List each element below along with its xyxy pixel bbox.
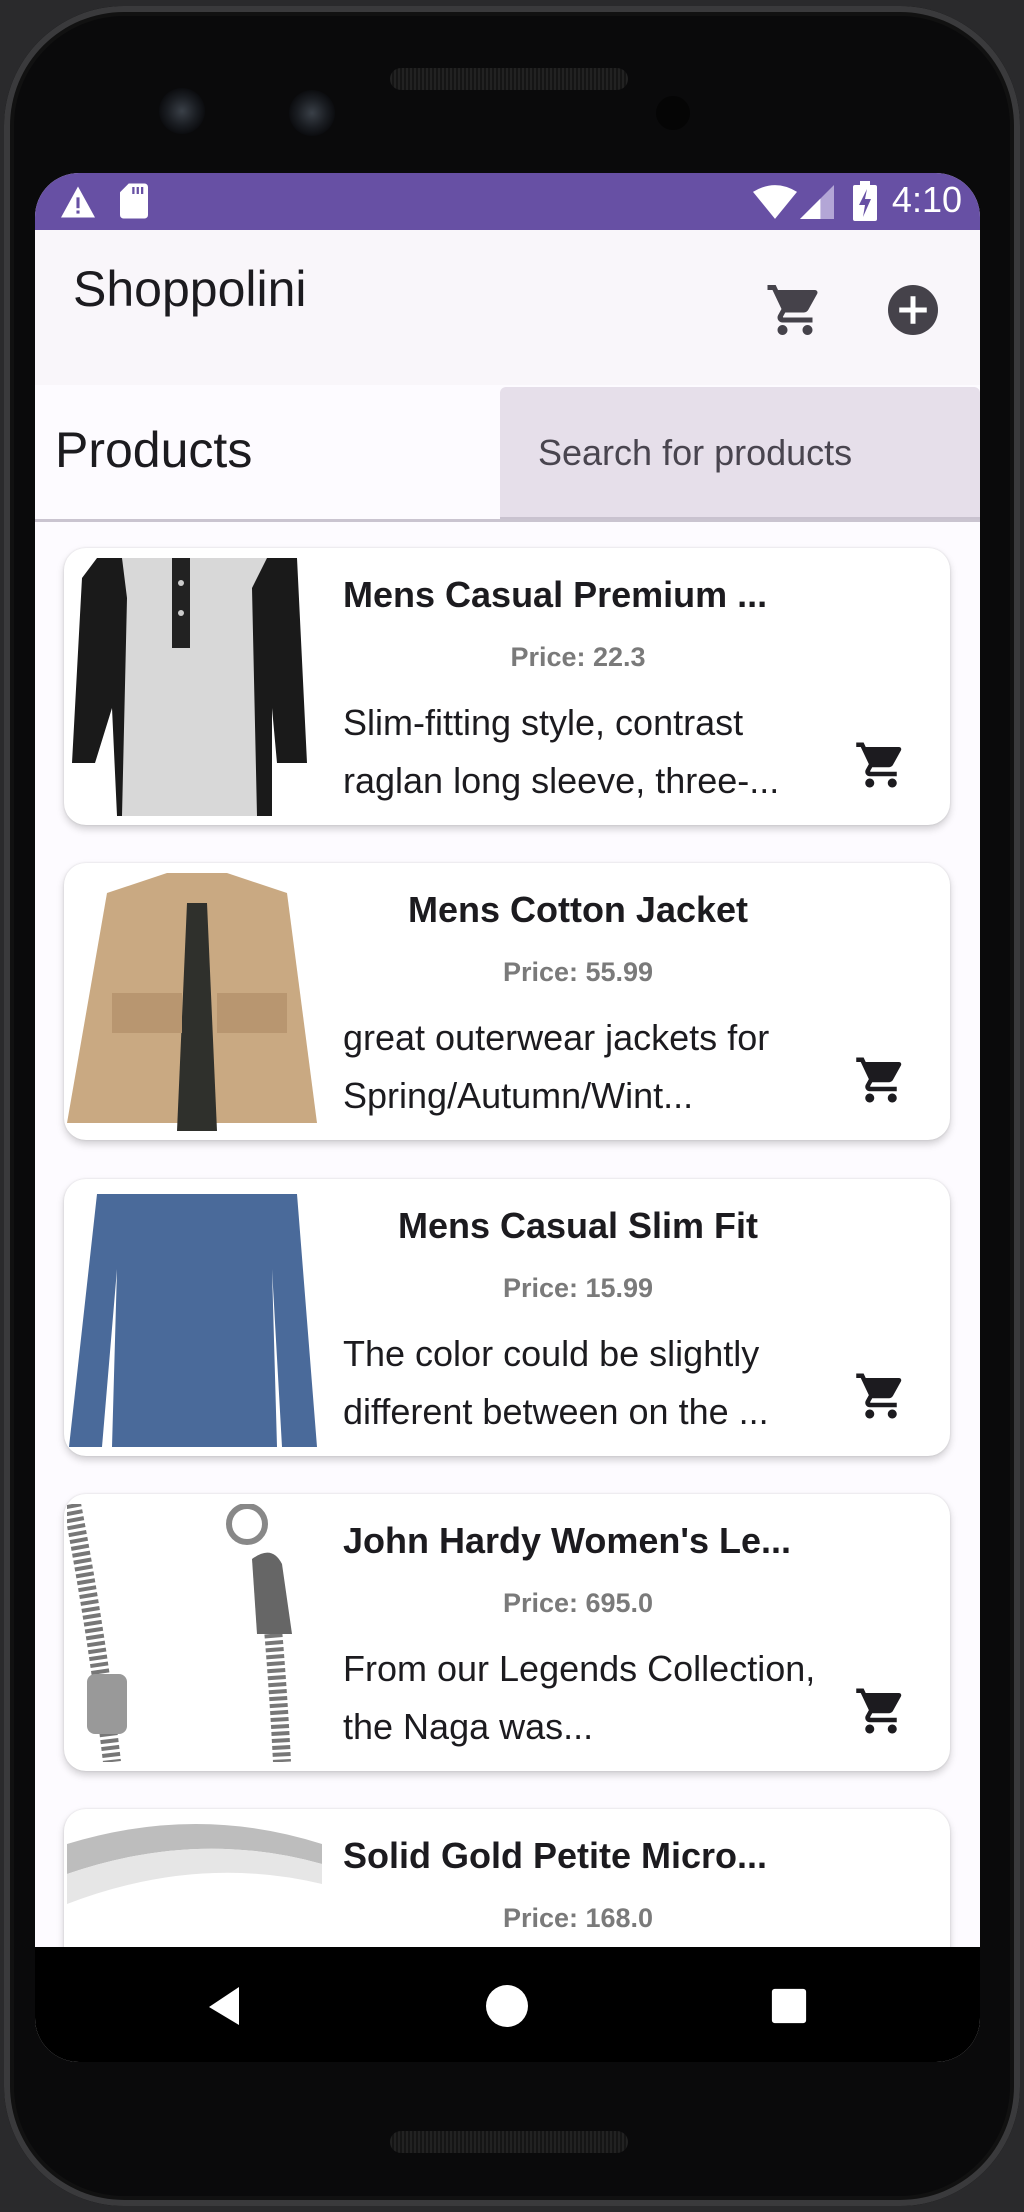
bottom-speaker xyxy=(390,2131,628,2153)
product-card[interactable]: Mens Casual Slim Fit Price: 15.99 The co… xyxy=(64,1179,950,1456)
product-image xyxy=(67,558,322,816)
add-to-cart-icon[interactable] xyxy=(854,738,908,792)
screen: 4:10 Shoppolini Products Search for prod… xyxy=(35,173,980,2062)
product-description: Slim-fitting style, contrast raglan long… xyxy=(343,702,780,801)
sd-card-icon xyxy=(120,183,148,219)
product-description: From our Legends Collection, the Naga wa… xyxy=(343,1648,816,1747)
product-title: Mens Casual Premium ... xyxy=(343,574,768,615)
app-bar: Shoppolini xyxy=(35,230,980,385)
products-title: Products xyxy=(55,422,253,478)
add-product-button[interactable] xyxy=(883,280,943,340)
navigation-bar xyxy=(35,1947,980,2062)
proximity-sensor xyxy=(656,96,690,130)
back-button[interactable] xyxy=(205,1985,245,2027)
add-to-cart-icon[interactable] xyxy=(854,1684,908,1738)
product-card[interactable]: Solid Gold Petite Micro... Price: 168.0 xyxy=(64,1809,950,1947)
battery-charging-icon xyxy=(853,181,877,221)
product-image xyxy=(67,1814,322,1947)
front-camera xyxy=(159,88,205,134)
app-title: Shoppolini xyxy=(73,261,307,317)
earpiece-speaker xyxy=(390,68,628,90)
status-time: 4:10 xyxy=(891,179,962,220)
warning-icon xyxy=(61,186,95,218)
product-price: Price: 55.99 xyxy=(502,957,654,987)
add-circle-icon xyxy=(888,285,938,335)
cart-icon xyxy=(767,285,818,335)
add-to-cart-icon[interactable] xyxy=(854,1369,908,1423)
product-description: great outerwear jackets for Spring/Autum… xyxy=(343,1017,770,1116)
status-bar: 4:10 xyxy=(35,173,980,230)
product-image xyxy=(67,873,322,1131)
product-price: Price: 15.99 xyxy=(502,1273,654,1303)
product-description: The color could be slightly different be… xyxy=(343,1333,769,1432)
recents-button[interactable] xyxy=(770,1987,808,2025)
wifi-icon xyxy=(753,185,797,219)
product-title: Mens Casual Slim Fit xyxy=(397,1205,759,1246)
product-list[interactable]: Mens Casual Premium ... Price: 22.3 Slim… xyxy=(35,522,980,1947)
product-card[interactable]: Mens Cotton Jacket Price: 55.99 great ou… xyxy=(64,863,950,1140)
product-price: Price: 22.3 xyxy=(510,642,646,672)
home-button[interactable] xyxy=(486,1985,528,2027)
product-card[interactable]: John Hardy Women's Le... Price: 695.0 Fr… xyxy=(64,1494,950,1771)
product-price: Price: 695.0 xyxy=(502,1588,654,1618)
product-card[interactable]: Mens Casual Premium ... Price: 22.3 Slim… xyxy=(64,548,950,825)
products-header: Products Search for products xyxy=(35,385,980,520)
product-title: John Hardy Women's Le... xyxy=(343,1520,791,1561)
cellular-signal-icon xyxy=(800,185,834,219)
search-placeholder: Search for products xyxy=(538,432,853,473)
product-title: Mens Cotton Jacket xyxy=(407,889,749,930)
add-to-cart-icon[interactable] xyxy=(854,1053,908,1107)
product-image xyxy=(67,1504,322,1762)
front-camera-2 xyxy=(289,90,335,136)
product-title: Solid Gold Petite Micro... xyxy=(343,1835,768,1876)
cart-button[interactable] xyxy=(765,280,825,340)
product-image xyxy=(67,1189,322,1447)
search-input[interactable]: Search for products xyxy=(500,387,980,520)
product-price: Price: 168.0 xyxy=(502,1903,654,1933)
